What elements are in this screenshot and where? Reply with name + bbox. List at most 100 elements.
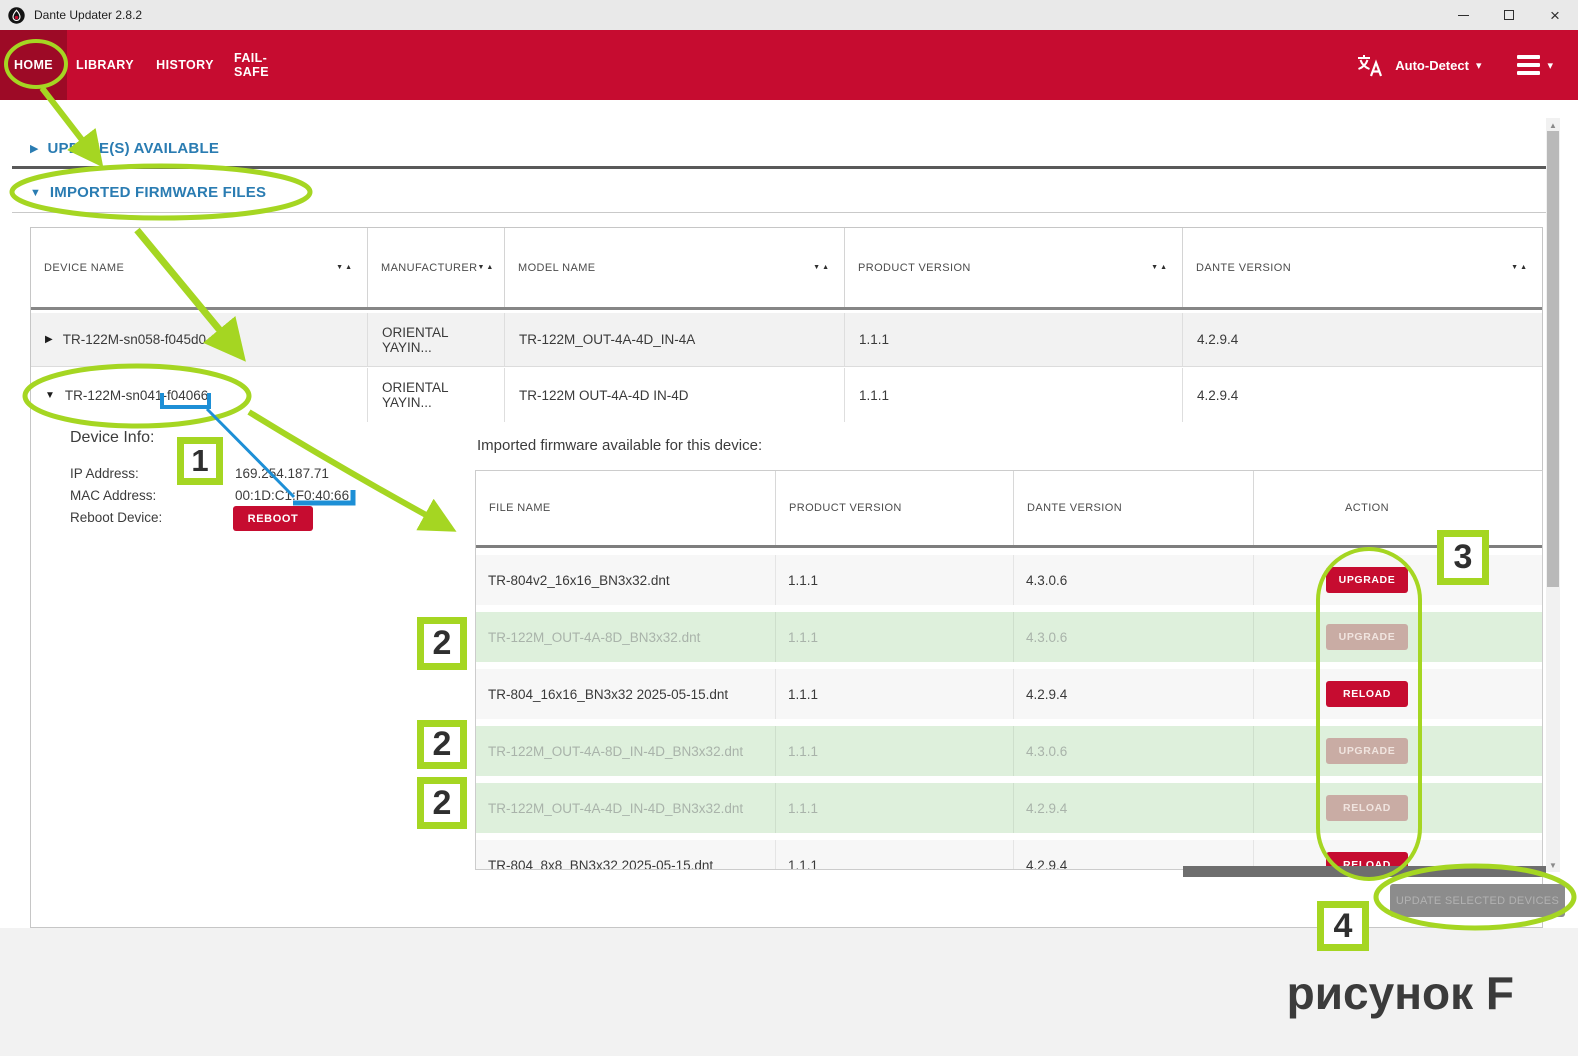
firmware-table-header: FILE NAME PRODUCT VERSION DANTE VERSION … — [476, 471, 1542, 548]
maximize-button[interactable] — [1486, 0, 1532, 30]
sort-icon[interactable]: ▼▲ — [813, 264, 831, 271]
manufacturer-cell: ORIENTAL YAYIN... — [368, 368, 505, 422]
device-info-heading: Device Info: — [70, 429, 154, 447]
reload-button[interactable]: RELOAD — [1326, 681, 1408, 707]
column-header-action: ACTION — [1254, 471, 1542, 545]
file-name-cell: TR-122M_OUT-4A-8D_IN-4D_BN3x32.dnt — [476, 726, 776, 776]
firmware-panel-heading: Imported firmware available for this dev… — [477, 437, 762, 454]
device-name: TR-122M-sn058-f045d0 — [63, 332, 206, 347]
section-updates-available[interactable]: ▶ UPDATE(S) AVAILABLE — [30, 140, 219, 157]
chevron-down-icon: ▾ — [1476, 59, 1482, 72]
sort-icon[interactable]: ▼▲ — [1151, 264, 1169, 271]
title-bar: Dante Updater 2.8.2 × — [0, 0, 1578, 30]
tab-fail-safe[interactable]: FAIL-SAFE — [234, 30, 302, 100]
ip-address-label: IP Address: — [70, 466, 139, 481]
column-header-product-version[interactable]: PRODUCT VERSION ▼▲ — [845, 228, 1183, 307]
dante-version-cell: 4.3.0.6 — [1014, 555, 1254, 605]
column-header-device-name[interactable]: DEVICE NAME ▼▲ — [31, 228, 368, 307]
file-name-cell: TR-122M_OUT-4A-8D_BN3x32.dnt — [476, 612, 776, 662]
sort-icon[interactable]: ▼▲ — [477, 264, 495, 271]
product-version-cell: 1.1.1 — [776, 726, 1014, 776]
dante-version-cell: 4.2.9.4 — [1014, 783, 1254, 833]
close-button[interactable]: × — [1532, 0, 1578, 30]
table-row-device-collapsed[interactable]: ▶ TR-122M-sn058-f045d0 ORIENTAL YAYIN...… — [31, 313, 1542, 367]
nav-bar: HOME LIBRARY HISTORY FAIL-SAFE Auto-Dete… — [0, 30, 1578, 100]
section-imported-firmware-files[interactable]: ▼ IMPORTED FIRMWARE FILES — [30, 184, 266, 201]
product-version-cell: 1.1.1 — [776, 783, 1014, 833]
upgrade-button[interactable]: UPGRADE — [1326, 567, 1408, 593]
product-version-cell: 1.1.1 — [776, 555, 1014, 605]
device-name: TR-122M-sn041-f04066 — [65, 388, 208, 403]
column-header-file-name: FILE NAME — [476, 471, 776, 545]
reload-button-disabled[interactable]: RELOAD — [1326, 795, 1408, 821]
menu-button[interactable] — [1517, 55, 1540, 75]
footer: рисунок F — [0, 928, 1578, 1056]
language-selector[interactable]: Auto-Detect — [1395, 58, 1469, 73]
product-version-cell: 1.1.1 — [776, 612, 1014, 662]
product-version-cell: 1.1.1 — [776, 840, 1014, 870]
mac-address-label: MAC Address: — [70, 488, 156, 503]
collapsed-triangle-icon: ▶ — [30, 142, 38, 155]
dante-version-cell: 4.2.9.4 — [1014, 669, 1254, 719]
update-selected-devices-button[interactable]: UPDATE SELECTED DEVICES — [1390, 884, 1565, 917]
file-name-cell: TR-804_8x8_BN3x32 2025-05-15.dnt — [476, 840, 776, 870]
model-name-cell: TR-122M OUT-4A-4D IN-4D — [505, 368, 845, 422]
sort-icon[interactable]: ▼▲ — [336, 264, 354, 271]
figure-caption: рисунок F — [1287, 966, 1514, 1020]
product-version-cell: 1.1.1 — [776, 669, 1014, 719]
model-name-cell: TR-122M_OUT-4A-4D_IN-4A — [505, 313, 845, 366]
hamburger-menu-icon — [1517, 55, 1540, 59]
dante-version-cell: 4.2.9.4 — [1183, 368, 1542, 422]
dante-logo-icon — [8, 7, 25, 24]
column-header-product-version: PRODUCT VERSION — [776, 471, 1014, 545]
scroll-up-icon[interactable]: ▲ — [1546, 118, 1560, 132]
sort-icon[interactable]: ▼▲ — [1511, 264, 1529, 271]
dante-version-cell: 4.3.0.6 — [1014, 612, 1254, 662]
section-divider-light — [12, 212, 1546, 213]
firmware-row-selected: TR-122M_OUT-4A-4D_IN-4D_BN3x32.dnt 1.1.1… — [476, 783, 1542, 833]
minimize-button[interactable] — [1440, 0, 1486, 30]
upgrade-button-disabled[interactable]: UPGRADE — [1326, 738, 1408, 764]
column-header-dante-version: DANTE VERSION — [1014, 471, 1254, 545]
scrollbar-thumb[interactable] — [1547, 131, 1559, 587]
firmware-row: TR-804_16x16_BN3x32 2025-05-15.dnt 1.1.1… — [476, 669, 1542, 719]
translate-icon — [1355, 51, 1383, 79]
minimize-icon — [1458, 15, 1469, 16]
firmware-row-selected: TR-122M_OUT-4A-8D_BN3x32.dnt 1.1.1 4.3.0… — [476, 612, 1542, 662]
tab-library[interactable]: LIBRARY — [74, 30, 136, 100]
vertical-scrollbar[interactable]: ▲ ▼ — [1546, 118, 1560, 872]
section-label: UPDATE(S) AVAILABLE — [47, 140, 219, 157]
product-version-cell: 1.1.1 — [845, 368, 1183, 422]
horizontal-scrollbar-thumb[interactable] — [1183, 866, 1546, 877]
mac-address-value: 00:1D:C1:F0:40:66 — [235, 488, 349, 503]
section-divider — [12, 166, 1546, 169]
expand-row-icon[interactable]: ▶ — [45, 334, 53, 345]
expanded-triangle-icon: ▼ — [30, 187, 41, 199]
column-header-dante-version[interactable]: DANTE VERSION ▼▲ — [1183, 228, 1542, 307]
dante-version-cell: 4.2.9.4 — [1183, 313, 1542, 366]
scroll-down-icon[interactable]: ▼ — [1546, 858, 1560, 872]
reboot-device-label: Reboot Device: — [70, 510, 162, 525]
collapse-row-icon[interactable]: ▼ — [45, 390, 55, 401]
tab-history[interactable]: HISTORY — [154, 30, 216, 100]
file-name-cell: TR-804_16x16_BN3x32 2025-05-15.dnt — [476, 669, 776, 719]
maximize-icon — [1504, 10, 1514, 20]
table-row-device-expanded[interactable]: ▼ TR-122M-sn041-f04066 ORIENTAL YAYIN...… — [31, 368, 1542, 422]
tab-home[interactable]: HOME — [0, 30, 67, 100]
firmware-table: FILE NAME PRODUCT VERSION DANTE VERSION … — [475, 470, 1543, 870]
dante-version-cell: 4.3.0.6 — [1014, 726, 1254, 776]
product-version-cell: 1.1.1 — [845, 313, 1183, 366]
manufacturer-cell: ORIENTAL YAYIN... — [368, 313, 505, 366]
column-header-model-name[interactable]: MODEL NAME ▼▲ — [505, 228, 845, 307]
window-title: Dante Updater 2.8.2 — [34, 8, 142, 22]
ip-address-value: 169.254.187.71 — [235, 466, 329, 481]
firmware-row-selected: TR-122M_OUT-4A-8D_IN-4D_BN3x32.dnt 1.1.1… — [476, 726, 1542, 776]
upgrade-button-disabled[interactable]: UPGRADE — [1326, 624, 1408, 650]
reboot-button[interactable]: REBOOT — [233, 506, 313, 531]
file-name-cell: TR-804v2_16x16_BN3x32.dnt — [476, 555, 776, 605]
firmware-row: TR-804v2_16x16_BN3x32.dnt 1.1.1 4.3.0.6 … — [476, 555, 1542, 605]
menu-chevron-down-icon: ▾ — [1547, 59, 1553, 72]
column-header-manufacturer[interactable]: MANUFACTURER ▼▲ — [368, 228, 505, 307]
file-name-cell: TR-122M_OUT-4A-4D_IN-4D_BN3x32.dnt — [476, 783, 776, 833]
device-table-header: DEVICE NAME ▼▲ MANUFACTURER ▼▲ MODEL NAM… — [31, 228, 1542, 310]
